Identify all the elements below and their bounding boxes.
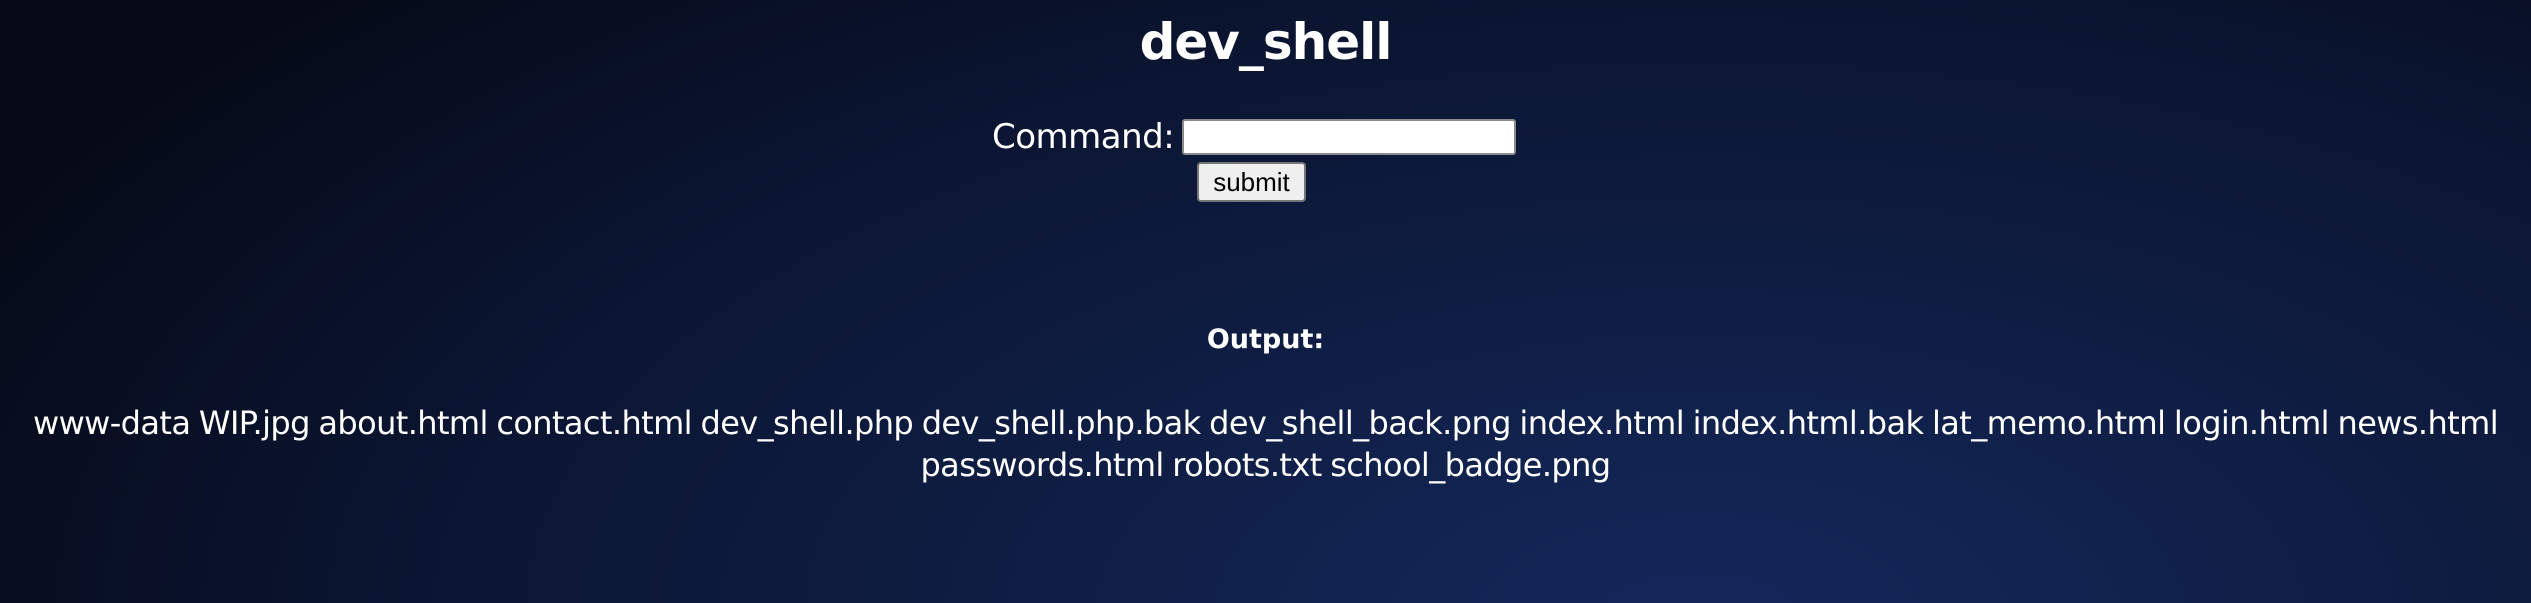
output-heading: Output:: [1206, 324, 1325, 355]
command-label: Command:: [992, 117, 1175, 157]
submit-button[interactable]: submit: [1197, 162, 1306, 202]
output-text: www-data WIP.jpg about.html contact.html…: [33, 404, 2499, 484]
page: dev_shell Command: submit Output: www-da…: [0, 0, 2531, 603]
command-input[interactable]: [1182, 119, 1517, 155]
command-row: Command:: [992, 115, 1517, 159]
page-title: dev_shell: [1139, 13, 1393, 71]
